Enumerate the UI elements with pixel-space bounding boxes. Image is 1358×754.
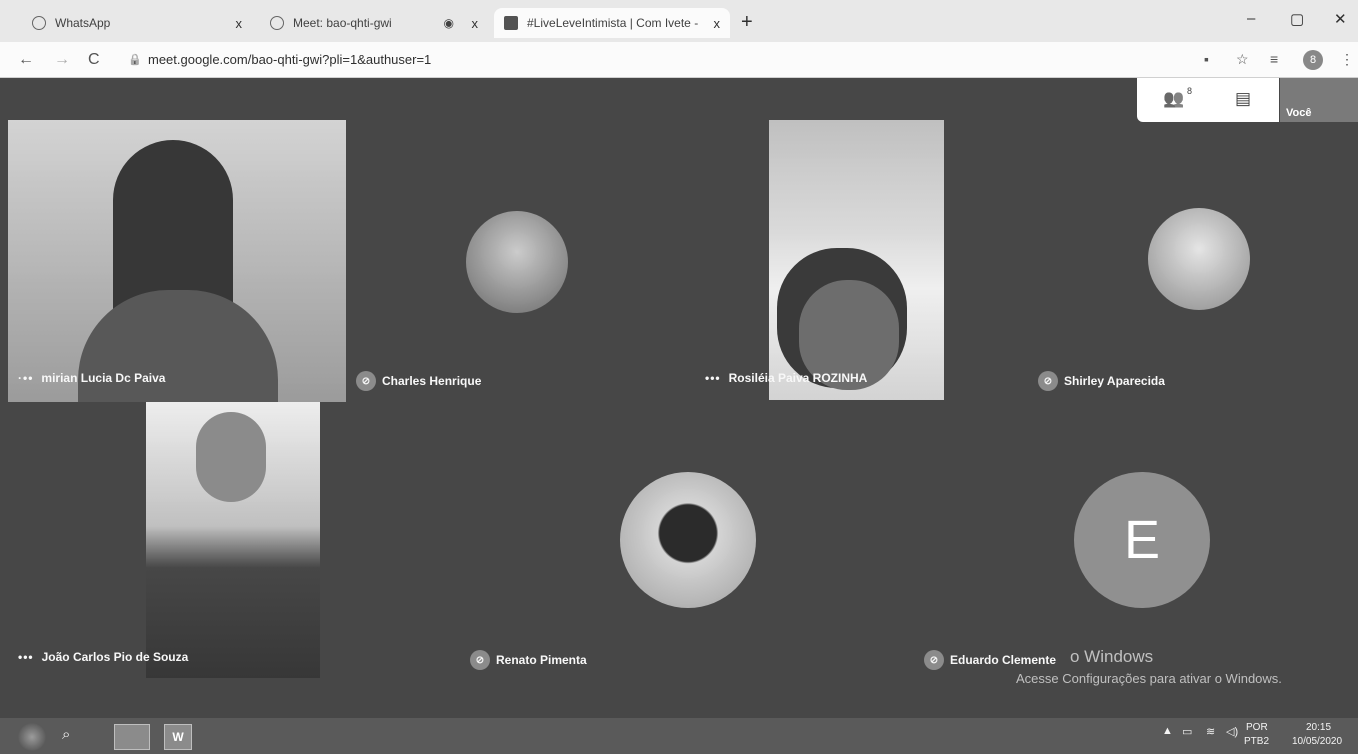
participant-name: Eduardo Clemente bbox=[950, 653, 1057, 667]
participant-name-label: ⊘ Shirley Aparecida bbox=[1038, 371, 1165, 391]
mic-off-icon: ⊘ bbox=[924, 650, 944, 670]
participant-avatar bbox=[466, 211, 568, 313]
new-tab-button[interactable]: + bbox=[741, 11, 753, 34]
start-button[interactable] bbox=[18, 723, 46, 751]
close-tab-icon[interactable]: x bbox=[472, 16, 479, 31]
address-bar: ← → C 🔒 meet.google.com/bao-qhti-gwi?pli… bbox=[0, 42, 1358, 78]
keyboard-layout-label[interactable]: PTB2 bbox=[1244, 736, 1269, 747]
network-icon[interactable]: ≋ bbox=[1206, 725, 1215, 738]
menu-icon[interactable]: ⋮ bbox=[1340, 51, 1354, 68]
screen: WhatsApp x Meet: bao-qhti-gwi ◉ x #LiveL… bbox=[0, 0, 1358, 754]
participant-name-label: ⊘ Charles Henrique bbox=[356, 371, 481, 391]
tab-label: #LiveLeveIntimista | Com Ivete - bbox=[527, 16, 699, 30]
more-dots-icon: ·•• bbox=[18, 371, 34, 385]
people-count: 8 bbox=[1187, 86, 1193, 96]
word-taskbar-button[interactable]: W bbox=[164, 724, 192, 750]
close-tab-icon[interactable]: x bbox=[236, 16, 243, 31]
profile-avatar[interactable]: 8 bbox=[1303, 50, 1323, 70]
more-dots-icon: ••• bbox=[18, 650, 34, 664]
search-icon[interactable]: ⌕ bbox=[62, 726, 70, 743]
volume-icon[interactable]: ◁) bbox=[1226, 725, 1238, 738]
mic-off-icon: ⊘ bbox=[1038, 371, 1058, 391]
participant-video bbox=[146, 402, 320, 678]
recording-icon: ◉ bbox=[443, 16, 454, 30]
participant-avatar bbox=[620, 472, 756, 608]
windows-activation-title: o Windows bbox=[1070, 647, 1154, 666]
self-label: Você bbox=[1286, 107, 1312, 119]
browser-tab-bar: WhatsApp x Meet: bao-qhti-gwi ◉ x #LiveL… bbox=[0, 0, 1358, 42]
close-window-button[interactable]: ✕ bbox=[1334, 10, 1347, 28]
participant-name: mirian Lucia Dc Paiva bbox=[41, 371, 166, 385]
tab-label: WhatsApp bbox=[55, 16, 111, 30]
lock-icon: 🔒 bbox=[128, 54, 142, 66]
self-view[interactable]: Você bbox=[1280, 78, 1358, 122]
meet-grid: ·•• mirian Lucia Dc Paiva ⊘ Charles Henr… bbox=[0, 78, 1358, 718]
tray-arrow-icon[interactable]: ▲ bbox=[1162, 725, 1173, 737]
forward-button[interactable]: → bbox=[54, 51, 70, 69]
participant-name: Charles Henrique bbox=[382, 374, 482, 388]
reload-button[interactable]: C bbox=[88, 51, 100, 69]
tab-live[interactable]: #LiveLeveIntimista | Com Ivete - x bbox=[494, 8, 730, 38]
participant-name: Rosiléia Paiva ROZINHA bbox=[728, 371, 868, 385]
participant-video bbox=[769, 120, 944, 400]
meet-top-controls: 👥 8 ▤ bbox=[1137, 78, 1279, 122]
battery-icon[interactable]: ▭ bbox=[1182, 725, 1192, 738]
people-icon[interactable]: 👥 bbox=[1163, 89, 1184, 109]
participant-name-label: ⊘ Eduardo Clemente bbox=[924, 650, 1056, 670]
more-dots-icon: ••• bbox=[705, 371, 721, 385]
participant-initial-avatar: E bbox=[1074, 472, 1210, 608]
mic-off-icon: ⊘ bbox=[470, 650, 490, 670]
participant-video bbox=[8, 120, 346, 402]
participant-name-label: ••• Rosiléia Paiva ROZINHA bbox=[705, 371, 867, 385]
windows-activation-text: Acesse Configurações para ativar o Windo… bbox=[1016, 671, 1282, 686]
language-label[interactable]: POR bbox=[1246, 722, 1268, 733]
clock-date[interactable]: 10/05/2020 bbox=[1292, 736, 1342, 747]
participant-name: João Carlos Pio de Souza bbox=[41, 650, 189, 664]
meet-icon bbox=[270, 16, 284, 30]
participant-name-label: ••• João Carlos Pio de Souza bbox=[18, 650, 188, 664]
tab-meet[interactable]: Meet: bao-qhti-gwi ◉ x bbox=[260, 8, 488, 38]
close-tab-icon[interactable]: x bbox=[714, 16, 721, 31]
mic-off-icon: ⊘ bbox=[356, 371, 376, 391]
participant-name-label: ⊘ Renato Pimenta bbox=[470, 650, 587, 670]
participant-name: Renato Pimenta bbox=[496, 653, 587, 667]
participant-avatar bbox=[1148, 208, 1250, 310]
windows-taskbar: ⌕ W ▲ ▭ ≋ ◁) POR PTB2 20:15 10/05/2020 bbox=[0, 718, 1358, 754]
back-button[interactable]: ← bbox=[18, 51, 34, 69]
tab-label: Meet: bao-qhti-gwi bbox=[293, 16, 392, 30]
url-field[interactable]: meet.google.com/bao-qhti-gwi?pli=1&authu… bbox=[148, 52, 431, 67]
clock-time[interactable]: 20:15 bbox=[1306, 722, 1331, 733]
participant-name-label: ·•• mirian Lucia Dc Paiva bbox=[18, 371, 165, 385]
media-icon[interactable]: ≡ bbox=[1270, 51, 1278, 67]
camera-icon[interactable]: ▪ bbox=[1204, 51, 1209, 67]
whatsapp-icon bbox=[32, 16, 46, 30]
taskbar-app-button[interactable] bbox=[114, 724, 150, 750]
youtube-icon bbox=[504, 16, 518, 30]
chat-icon[interactable]: ▤ bbox=[1235, 89, 1251, 109]
minimize-button[interactable]: – bbox=[1247, 10, 1255, 27]
maximize-button[interactable]: ▢ bbox=[1290, 10, 1304, 28]
participant-name: Shirley Aparecida bbox=[1064, 374, 1165, 388]
star-icon[interactable]: ☆ bbox=[1236, 51, 1249, 68]
tab-whatsapp[interactable]: WhatsApp x bbox=[22, 8, 252, 38]
